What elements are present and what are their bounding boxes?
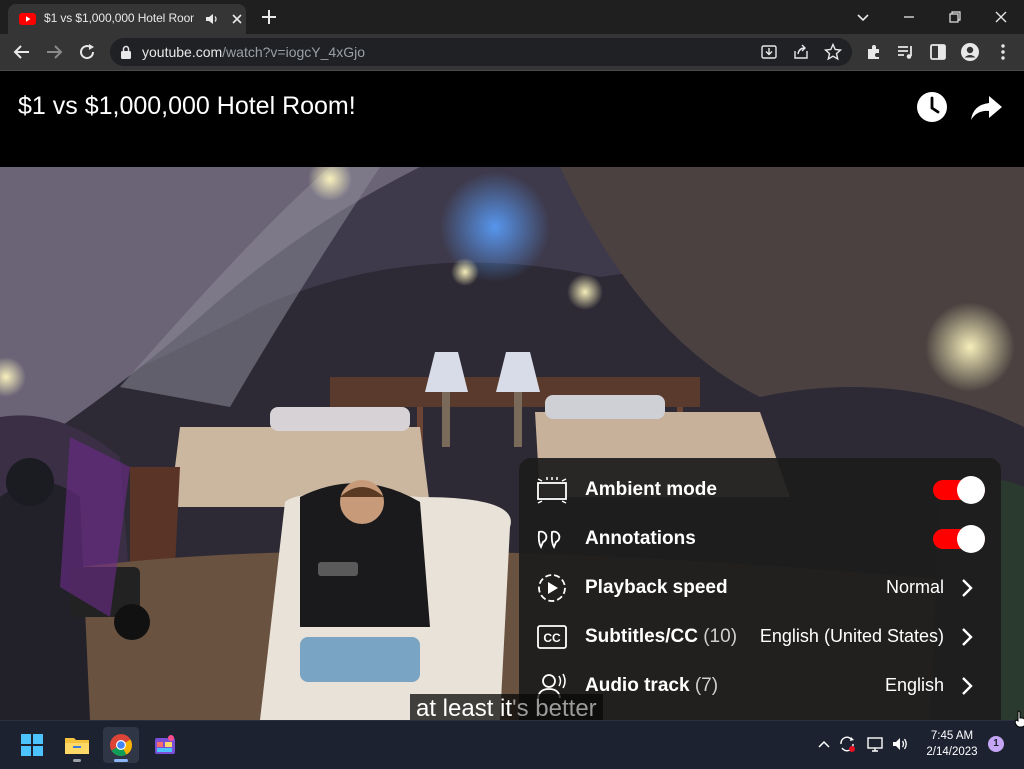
reload-icon[interactable] [77,42,97,62]
media-control-icon[interactable] [896,42,916,62]
menu-item-annotations[interactable]: Annotations [519,515,1001,564]
network-icon[interactable] [866,735,884,753]
video-title[interactable]: $1 vs $1,000,000 Hotel Room! [18,92,356,121]
toggle-knob [957,525,985,553]
running-indicator [73,759,81,762]
chevron-right-icon [962,628,973,646]
browser-toolbar: youtube.com/watch?v=iogcY_4xGjo [0,34,1024,71]
menu-item-ambient-mode[interactable]: Ambient mode [519,466,1001,515]
menu-item-value: English (United States) [759,626,944,646]
caption-text-faded: 's better [512,695,597,722]
notification-badge[interactable]: 1 [988,736,1004,752]
annotations-icon [537,530,561,550]
watch-later-clock-icon[interactable] [915,90,949,124]
annotations-toggle[interactable] [933,525,987,553]
caption-text: at least it [416,695,513,722]
menu-item-label: Audio track (7) [585,675,718,697]
menu-item-count: (10) [703,626,738,647]
chrome-menu-kebab-icon[interactable] [993,42,1013,62]
menu-item-label-text: Audio track [585,675,690,696]
playback-speed-icon [538,574,566,602]
chrome-icon [110,734,132,756]
svg-text:CC: CC [543,631,561,645]
new-tab-icon[interactable] [260,8,278,26]
restore-icon[interactable] [944,6,966,28]
menu-item-label: Subtitles/CC (10) [585,626,737,648]
menu-item-value: Normal [885,577,944,597]
forward-arrow-icon[interactable] [44,42,64,62]
app-icon [155,735,175,754]
install-app-icon[interactable] [760,43,778,61]
menu-item-label-text: Subtitles/CC [585,626,698,647]
volume-icon[interactable] [891,735,909,753]
tab-close-icon[interactable] [230,12,244,26]
toggle-knob [957,476,985,504]
active-indicator [114,759,128,762]
share-arrow-icon[interactable] [968,92,1004,124]
extensions-puzzle-icon[interactable] [864,42,884,62]
menu-item-label: Ambient mode [585,479,717,500]
taskbar-chrome[interactable] [103,727,139,763]
tab-audio-icon[interactable] [205,12,219,26]
clock-time: 7:45 AM [930,730,974,742]
chevron-right-icon [962,677,973,695]
back-arrow-icon[interactable] [12,42,32,62]
windows-start-icon [21,734,43,756]
share-page-icon[interactable] [792,43,810,61]
menu-item-value: English [884,675,944,695]
ambient-mode-toggle[interactable] [933,476,987,504]
taskbar-start[interactable] [14,727,50,763]
player-settings-menu: Ambient mode Annotations Playback speed … [519,458,1001,720]
tab-title: $1 vs $1,000,000 Hotel Room! [44,11,194,25]
windows-taskbar: 7:45 AM 2/14/2023 1 [0,720,1024,769]
tray-overflow-chevron-icon[interactable] [815,735,833,753]
clock-date: 2/14/2023 [926,746,978,758]
ambient-mode-icon [537,477,567,504]
subtitles-icon: CC [537,625,567,649]
url-path: /watch?v=iogcY_4xGjo [222,44,365,60]
sync-alert-icon[interactable] [838,735,856,753]
side-panel-icon[interactable] [928,42,948,62]
mouse-cursor-icon [1014,710,1024,728]
chevron-right-icon [962,579,973,597]
menu-item-playback-speed[interactable]: Playback speed Normal [519,564,1001,613]
menu-item-label: Annotations [585,528,696,549]
taskbar-file-explorer[interactable] [59,727,95,763]
bookmark-star-icon[interactable] [824,43,842,61]
window-close-icon[interactable] [990,6,1012,28]
youtube-favicon-icon [19,13,36,25]
browser-tab-active[interactable]: $1 vs $1,000,000 Hotel Room! [8,4,246,34]
url-host: youtube.com [142,44,223,60]
minimize-icon[interactable] [898,6,920,28]
video-header: $1 vs $1,000,000 Hotel Room! [0,71,1024,167]
url-text[interactable]: youtube.com/watch?v=iogcY_4xGjo [142,44,365,60]
system-clock[interactable]: 7:45 AM 2/14/2023 [914,728,990,760]
profile-avatar-icon[interactable] [960,42,980,62]
address-bar[interactable]: youtube.com/watch?v=iogcY_4xGjo [110,38,852,66]
tab-search-chevron-icon[interactable] [852,6,874,28]
menu-item-count: (7) [694,675,719,696]
lock-icon[interactable] [120,45,132,59]
menu-item-subtitles[interactable]: CC Subtitles/CC (10) English (United Sta… [519,613,1001,662]
taskbar-app[interactable] [147,727,183,763]
tab-strip: $1 vs $1,000,000 Hotel Room! [0,0,1024,34]
menu-item-label: Playback speed [585,577,728,598]
file-explorer-icon [65,738,89,754]
